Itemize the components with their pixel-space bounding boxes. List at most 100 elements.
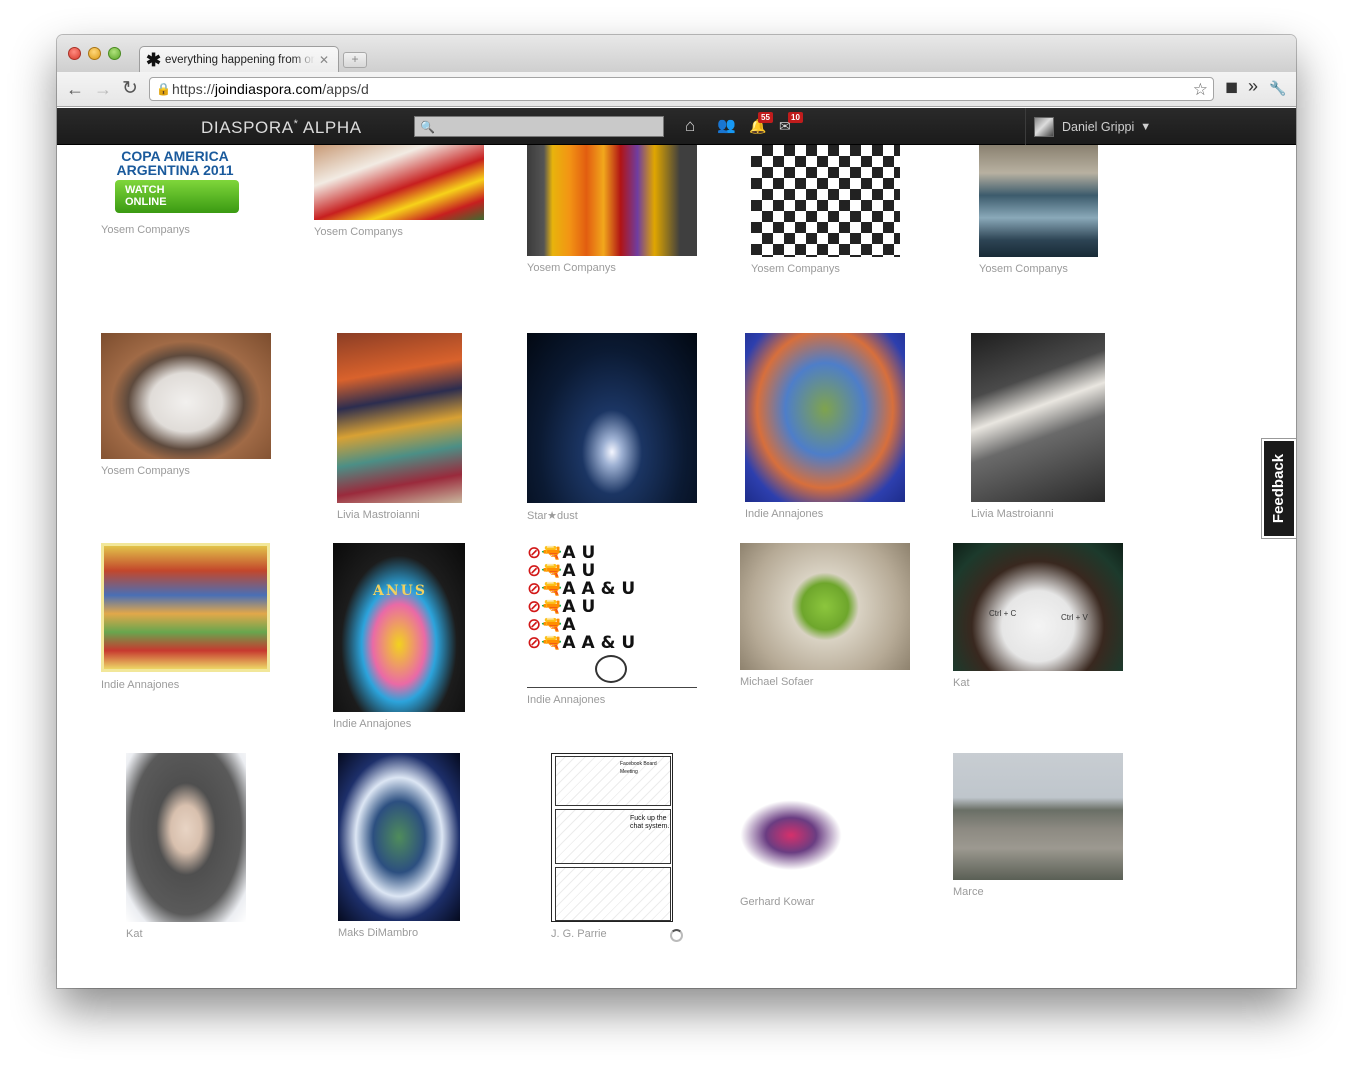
minimize-window-button[interactable] [88,47,101,60]
photo-image[interactable] [101,543,270,672]
loading-spinner-icon [670,929,683,942]
shirt-text-right: Ctrl + V [1061,613,1088,622]
no-sign-icon: ⊘ [527,543,542,563]
copa-watch: WATCH [125,184,165,196]
tab-close-icon[interactable]: ✕ [319,53,329,67]
photo-author[interactable]: Marce [953,886,984,898]
photo-author[interactable]: Yosem Companys [979,263,1068,275]
copa-online: ONLINE [125,196,167,208]
photo-image[interactable] [979,145,1098,257]
photo-author[interactable]: J. G. Parrie [551,928,607,940]
photo-image[interactable] [971,333,1105,502]
url-text[interactable]: https://joindiaspora.com/apps/d [172,81,369,97]
rebus-text: A A & U [562,579,636,599]
no-sign-icon: ⊘ [527,561,542,581]
rebus-text: A U [562,561,596,581]
feedback-tab[interactable]: Feedback [1261,438,1296,539]
photo-author[interactable]: Kat [126,928,143,940]
photo-image[interactable] [740,543,910,670]
url-scheme: https:// [172,81,215,97]
photo-author[interactable]: Indie Annajones [745,508,823,520]
photo-author[interactable]: Yosem Companys [751,263,840,275]
photo-image[interactable]: ⊘🔫A U ⊘🔫A U ⊘🔫A A & U ⊘🔫A U ⊘🔫A ⊘🔫A A & … [527,543,697,688]
watch-online-badge: WATCH ONLINE [115,180,239,213]
reload-icon[interactable]: ↻ [122,79,138,98]
photo-image[interactable]: Facebook Board Meeting Fuck up the chat … [551,753,673,922]
zoom-window-button[interactable] [108,47,121,60]
photo-image[interactable] [126,753,246,922]
contacts-icon[interactable]: 👥 [717,117,736,135]
rebus-line: ⊘🔫A U [527,597,596,617]
rebus-text: A U [562,597,596,617]
home-icon[interactable]: ⌂ [685,117,695,135]
address-bar[interactable]: 🔒 https://joindiaspora.com/apps/d ☆ [149,77,1214,101]
user-menu[interactable]: Daniel Grippi ▼ [1025,108,1153,145]
comic-caption: Facebook Board Meeting [620,761,657,775]
photo-author[interactable]: Yosem Companys [527,262,616,274]
no-sign-icon: ⊘ [527,579,542,599]
site-logo[interactable]: DIASPORA* ALPHA [201,118,362,138]
photo-author[interactable]: Yosem Companys [314,226,403,238]
messages-icon[interactable]: ✉ 10 [779,112,803,135]
extension-cube-icon[interactable]: ◼ [1225,80,1238,96]
avatar [1034,116,1054,137]
photo-author[interactable]: Maks DiMambro [338,927,418,939]
brand-name: DIASPORA [201,118,294,137]
photo-author[interactable]: Gerhard Kowar [740,896,815,908]
photo-author[interactable]: Michael Sofaer [740,676,813,688]
backpack-label: ANUS [373,583,427,599]
wrench-icon[interactable]: 🔧 [1269,80,1286,96]
photo-author[interactable]: Yosem Companys [101,465,190,477]
photo-author[interactable]: Livia Mastroianni [971,508,1054,520]
photo-grid: COPA AMERICA ARGENTINA 2011 WATCH ONLINE Y… [57,145,1296,988]
tab-strip: ✱ everything happening from on ✕ + [57,35,1296,72]
comic-panel: Fuck up the chat system. [555,809,671,864]
photo-image[interactable]: ANUS [333,543,465,712]
new-tab-button[interactable]: + [343,52,367,68]
browser-tab[interactable]: ✱ everything happening from on ✕ [139,46,339,72]
feedback-label: Feedback [1270,453,1288,524]
photo-image[interactable] [527,333,697,503]
photo-image[interactable] [527,145,697,256]
forward-icon[interactable]: → [94,80,112,98]
photo-author[interactable]: Indie Annajones [527,694,605,706]
browser-toolbar: ← → ↻ 🔒 https://joindiaspora.com/apps/d … [57,72,1296,107]
no-sign-icon: ⊘ [527,633,542,653]
photo-image[interactable]: Ctrl + C Ctrl + V [953,543,1123,671]
notifications-badge: 55 [758,112,773,123]
photo-author[interactable]: Indie Annajones [101,679,179,691]
close-window-button[interactable] [68,47,81,60]
trollface-icon [595,655,627,683]
photo-author[interactable]: Kat [953,677,970,689]
photo-image[interactable] [745,333,905,502]
photo-image[interactable] [751,145,900,257]
lock-icon: 🔒 [156,82,171,96]
browser-window: ✱ everything happening from on ✕ + ← → ↻… [57,35,1296,988]
photo-image[interactable] [337,333,462,503]
rebus-text: A U [562,543,596,563]
no-sign-icon: ⊘ [527,615,542,635]
site-header: DIASPORA* ALPHA 🔍 ⌂ 👥 🔔 55 ✉ 10 Daniel Gri… [57,108,1296,145]
photo-image[interactable] [740,753,910,890]
search-box: 🔍 [414,116,664,137]
photo-author[interactable]: Livia Mastroianni [337,509,420,521]
photo-image[interactable] [953,753,1123,880]
photo-author[interactable]: Indie Annajones [333,718,411,730]
search-input[interactable] [438,117,659,136]
photo-image[interactable]: COPA AMERICA ARGENTINA 2011 WATCH ONLINE [101,145,249,215]
back-icon[interactable]: ← [66,80,84,98]
more-extensions-icon[interactable]: » [1248,77,1258,95]
photo-image[interactable] [101,333,271,459]
photo-author[interactable]: Yosem Companys [101,224,190,236]
photo-image[interactable] [314,145,484,220]
no-sign-icon: ⊘ [527,597,542,617]
diaspora-favicon-icon: ✱ [146,49,162,70]
rebus-line: ⊘🔫A A & U [527,579,636,599]
copa-line2: ARGENTINA 2011 [116,162,234,178]
rebus-line: ⊘🔫A [527,615,576,635]
photo-image[interactable] [338,753,460,921]
bookmark-star-icon[interactable]: ☆ [1193,80,1208,100]
rebus-text: A [562,615,576,635]
photo-author[interactable]: Star★dust [527,509,578,522]
notifications-icon[interactable]: 🔔 55 [749,112,773,135]
